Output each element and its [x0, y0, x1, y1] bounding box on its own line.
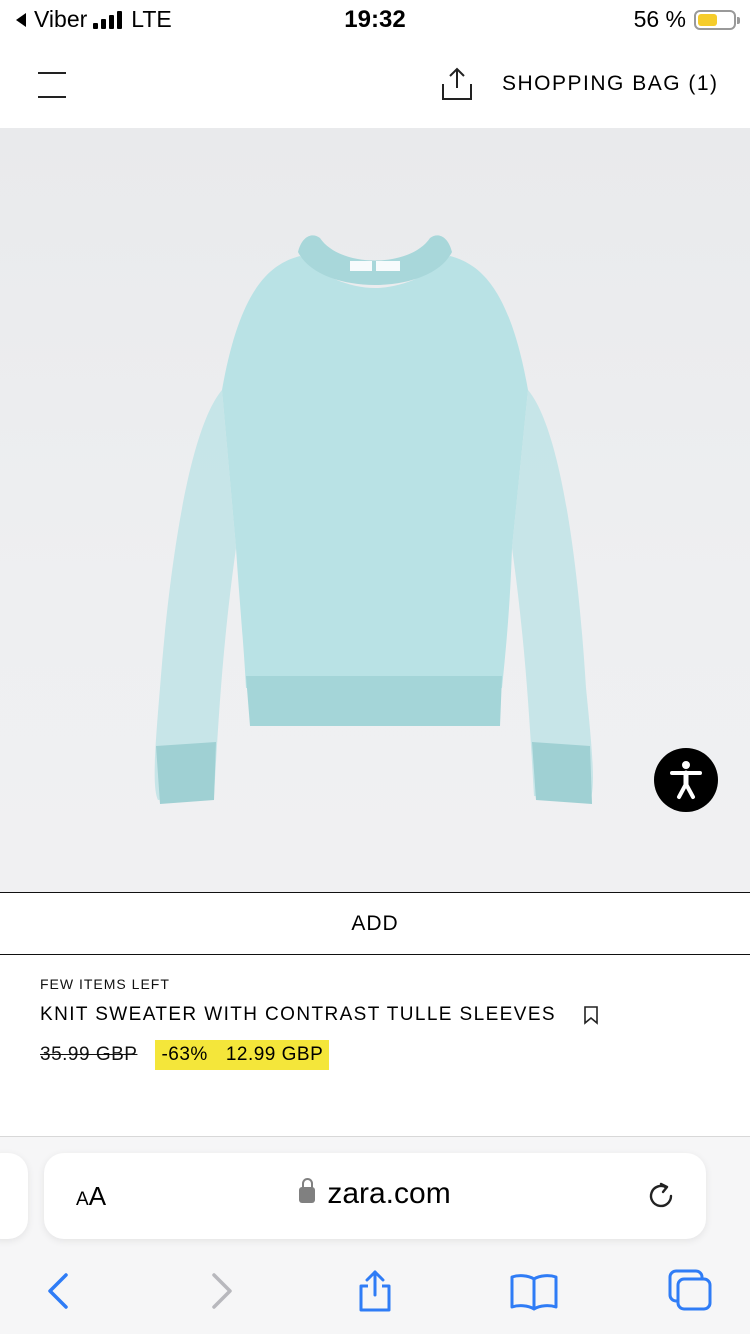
- original-price: 35.99 GBP: [40, 1044, 138, 1065]
- discount-percent: -63%: [161, 1044, 208, 1065]
- sale-price: 12.99 GBP: [225, 1044, 324, 1065]
- back-icon[interactable]: [40, 1269, 80, 1313]
- price-row: 35.99 GBP -63% 12.99 GBP: [40, 1040, 720, 1070]
- product-name: KNIT SWEATER WITH CONTRAST TULLE SLEEVES: [40, 1004, 556, 1025]
- accessibility-button[interactable]: [654, 748, 718, 812]
- tabs-icon[interactable]: [666, 1269, 716, 1313]
- add-to-bag-button[interactable]: ADD: [0, 892, 750, 955]
- toolbar-share-icon[interactable]: [355, 1269, 395, 1313]
- browser-toolbar: [0, 1259, 750, 1319]
- lock-icon: [299, 1178, 316, 1204]
- hamburger-icon[interactable]: [38, 72, 66, 98]
- shopping-bag-link[interactable]: SHOPPING BAG (1): [502, 72, 719, 96]
- status-bar: Viber LTE 19:32 56 %: [0, 0, 750, 42]
- previous-tab-edge[interactable]: [0, 1153, 28, 1239]
- share-icon[interactable]: [440, 66, 474, 102]
- forward-icon[interactable]: [200, 1269, 240, 1313]
- sale-price-badge: -63% 12.99 GBP: [155, 1040, 330, 1070]
- url-text: zara.com: [327, 1177, 451, 1210]
- site-header: SHOPPING BAG (1): [0, 42, 750, 128]
- bookmark-icon[interactable]: [582, 1005, 600, 1025]
- sweater-illustration: [154, 235, 593, 804]
- product-image[interactable]: [0, 128, 750, 892]
- availability-label: FEW ITEMS LEFT: [40, 976, 170, 992]
- browser-chrome: AA zara.com: [0, 1137, 750, 1334]
- product-info: FEW ITEMS LEFT KNIT SWEATER WITH CONTRAS…: [40, 976, 720, 1070]
- url-display[interactable]: zara.com: [44, 1177, 706, 1211]
- reload-icon[interactable]: [644, 1179, 678, 1213]
- battery-icon: [694, 9, 740, 30]
- bookmarks-icon[interactable]: [508, 1269, 560, 1313]
- address-bar[interactable]: AA zara.com: [44, 1153, 706, 1239]
- battery-percent: 56 %: [633, 6, 686, 32]
- product-name-row: KNIT SWEATER WITH CONTRAST TULLE SLEEVES: [40, 1004, 720, 1026]
- accessibility-icon: [670, 761, 702, 799]
